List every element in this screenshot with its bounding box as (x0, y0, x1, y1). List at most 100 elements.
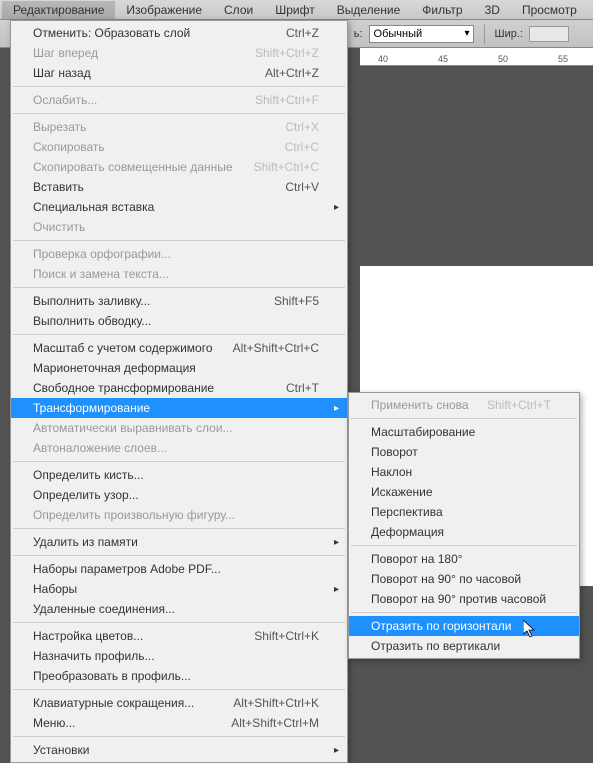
menubar-item-view[interactable]: Просмотр (511, 1, 588, 19)
menubar-item-edit[interactable]: Редактирование (2, 1, 115, 19)
edit-menu-item: Скопировать Ctrl+C (11, 137, 347, 157)
chevron-right-icon: ▸ (334, 745, 339, 756)
edit-menu-item[interactable]: Марионеточная деформация (11, 358, 347, 378)
menu-separator (13, 86, 345, 87)
edit-menu-item[interactable]: Выполнить обводку... (11, 311, 347, 331)
menu-item-shortcut: Ctrl+X (285, 120, 319, 134)
edit-menu-item[interactable]: Удаленные соединения... (11, 599, 347, 619)
transform-menu-item[interactable]: Искажение (349, 482, 579, 502)
chevron-right-icon: ▸ (334, 202, 339, 213)
menu-item-label: Перспектива (371, 505, 443, 519)
menu-item-label: Установки (33, 743, 89, 757)
menu-item-shortcut: Alt+Shift+Ctrl+M (231, 716, 319, 730)
transform-menu-item[interactable]: Перспектива (349, 502, 579, 522)
style-label: ь: (354, 28, 363, 40)
edit-menu-item: Очистить (11, 217, 347, 237)
width-input[interactable] (529, 26, 569, 42)
menu-item-label: Наборы параметров Adobe PDF... (33, 562, 221, 576)
edit-menu-item[interactable]: Отменить: Образовать слойCtrl+Z (11, 23, 347, 43)
edit-menu-item[interactable]: Масштаб с учетом содержимогоAlt+Shift+Ct… (11, 338, 347, 358)
menu-separator (13, 528, 345, 529)
menu-item-label: Деформация (371, 525, 444, 539)
transform-submenu: Применить снова Shift+Ctrl+T Масштабирован… (348, 392, 580, 659)
edit-menu-item: ВырезатьCtrl+X (11, 117, 347, 137)
menu-item-label: Отразить по вертикали (371, 639, 500, 653)
edit-menu-item[interactable]: Преобразовать в профиль... (11, 666, 347, 686)
menu-item-label: Скопировать (33, 140, 105, 154)
menu-item-shortcut: Ctrl+C (285, 140, 319, 154)
menu-item-label: Отменить: Образовать слой (33, 26, 190, 40)
menu-item-label: Поворот на 90° против часовой (371, 592, 546, 606)
menu-item-label: Определить кисть... (33, 468, 144, 482)
menu-separator (351, 418, 577, 419)
transform-menu-item[interactable]: Поворот (349, 442, 579, 462)
edit-menu-item[interactable]: Специальная вставка▸ (11, 197, 347, 217)
menu-item-label: Шаг вперед (33, 46, 98, 60)
menu-item-label: Настройка цветов... (33, 629, 143, 643)
menu-item-label: Искажение (371, 485, 433, 499)
transform-menu-item[interactable]: Поворот на 90° по часовой (349, 569, 579, 589)
transform-menu-item[interactable]: Поворот на 90° против часовой (349, 589, 579, 609)
menu-item-label: Поворот (371, 445, 418, 459)
menubar-item-layers[interactable]: Слои (213, 1, 264, 19)
edit-menu-item[interactable]: Настройка цветов...Shift+Ctrl+K (11, 626, 347, 646)
menubar-item-3d[interactable]: 3D (474, 1, 511, 19)
menu-item-label: Трансформирование (33, 401, 150, 415)
style-select[interactable]: Обычный (369, 25, 474, 43)
transform-menu-item[interactable]: Отразить по вертикали (349, 636, 579, 656)
transform-menu-item[interactable]: Отразить по горизонтали (349, 616, 579, 636)
menu-item-label: Проверка орфографии... (33, 247, 171, 261)
toolbar-separator (484, 24, 485, 44)
menu-item-shortcut: Shift+Ctrl+Z (255, 46, 319, 60)
menu-item-shortcut: Ctrl+V (285, 180, 319, 194)
edit-menu-item[interactable]: Трансформирование▸ (11, 398, 347, 418)
menu-item-label: Наклон (371, 465, 412, 479)
transform-menu-item[interactable]: Масштабирование (349, 422, 579, 442)
edit-menu-item[interactable]: Шаг назадAlt+Ctrl+Z (11, 63, 347, 83)
edit-menu-item[interactable]: Меню... Alt+Shift+Ctrl+M (11, 713, 347, 733)
menu-item-label: Свободное трансформирование (33, 381, 214, 395)
menu-item-label: Удалить из памяти (33, 535, 138, 549)
menubar-item-image[interactable]: Изображение (115, 1, 213, 19)
edit-menu-item[interactable]: Наборы параметров Adobe PDF... (11, 559, 347, 579)
menu-separator (351, 545, 577, 546)
edit-menu-item[interactable]: Установки ▸ (11, 740, 347, 760)
menubar-item-type[interactable]: Шрифт (264, 1, 325, 19)
menu-item-shortcut: Shift+Ctrl+C (254, 160, 319, 174)
edit-menu-item[interactable]: Выполнить заливку...Shift+F5 (11, 291, 347, 311)
menu-item-label: Ослабить... (33, 93, 97, 107)
menu-separator (13, 240, 345, 241)
edit-menu-item[interactable]: Наборы▸ (11, 579, 347, 599)
menu-item-label: Поворот на 90° по часовой (371, 572, 521, 586)
menu-item-label: Очистить (33, 220, 85, 234)
menu-item-label: Автоналожение слоев... (33, 441, 167, 455)
menu-separator (13, 113, 345, 114)
menu-item-label: Поворот на 180° (371, 552, 463, 566)
width-label: Шир.: (495, 28, 523, 40)
transform-menu-item[interactable]: Деформация (349, 522, 579, 542)
menubar-item-select[interactable]: Выделение (326, 1, 412, 19)
menu-item-label: Шаг назад (33, 66, 91, 80)
menu-item-shortcut: Shift+Ctrl+T (487, 398, 551, 412)
menubar-item-window[interactable]: Окно (588, 1, 593, 19)
menu-item-label: Назначить профиль... (33, 649, 154, 663)
menu-item-label: Определить узор... (33, 488, 139, 502)
edit-menu-item[interactable]: Удалить из памяти▸ (11, 532, 347, 552)
edit-menu-item[interactable]: Клавиатурные сокращения...Alt+Shift+Ctrl… (11, 693, 347, 713)
edit-menu-item: Автоналожение слоев... (11, 438, 347, 458)
menubar-item-filter[interactable]: Фильтр (411, 1, 473, 19)
menu-item-label: Меню... (33, 716, 75, 730)
menu-item-label: Выполнить заливку... (33, 294, 150, 308)
edit-menu-item[interactable]: Определить кисть... (11, 465, 347, 485)
transform-menu-item: Применить снова Shift+Ctrl+T (349, 395, 579, 415)
menu-item-label: Удаленные соединения... (33, 602, 175, 616)
edit-menu-item[interactable]: Определить узор... (11, 485, 347, 505)
menu-item-label: Масштабирование (371, 425, 475, 439)
edit-menu-item[interactable]: Свободное трансформированиеCtrl+T (11, 378, 347, 398)
transform-menu-item[interactable]: Поворот на 180° (349, 549, 579, 569)
menu-item-label: Применить снова (371, 398, 469, 412)
menu-item-label: Клавиатурные сокращения... (33, 696, 194, 710)
transform-menu-item[interactable]: Наклон (349, 462, 579, 482)
edit-menu-item[interactable]: ВставитьCtrl+V (11, 177, 347, 197)
edit-menu-item[interactable]: Назначить профиль... (11, 646, 347, 666)
